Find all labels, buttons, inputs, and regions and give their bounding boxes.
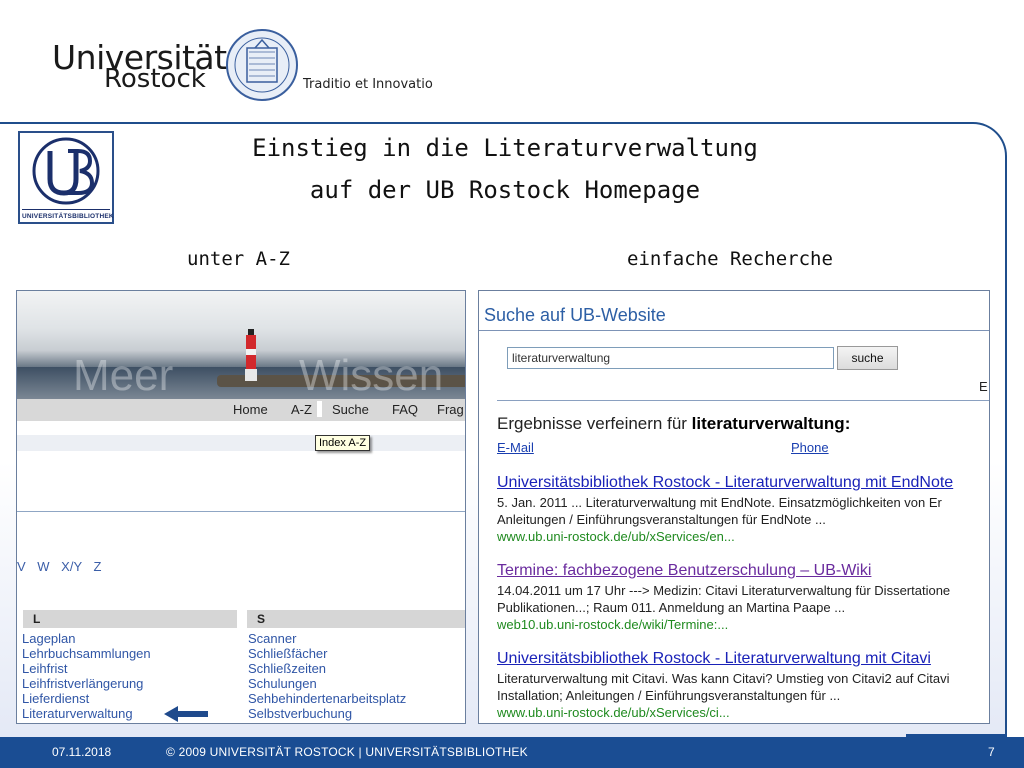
link-schliesszeiten[interactable]: Schließzeiten xyxy=(248,661,406,676)
banner-word-meer: Meer xyxy=(73,351,174,400)
column-header-s: S xyxy=(247,610,465,628)
result-snippet: Anleitungen / Einführungsveranstaltungen… xyxy=(497,512,826,527)
link-scanner[interactable]: Scanner xyxy=(248,631,406,646)
right-caption: einfache Recherche xyxy=(627,248,833,270)
nav-frag[interactable]: Frag xyxy=(437,402,464,417)
search-panel-title: Suche auf UB-Website xyxy=(484,305,666,325)
link-sehbehindertenarbeitsplatz[interactable]: Sehbehindertenarbeitsplatz xyxy=(248,691,406,706)
result-url[interactable]: web10.ub.uni-rostock.de/wiki/Termine:... xyxy=(497,617,728,632)
refine-heading: Ergebnisse verfeinern für literaturverwa… xyxy=(497,414,850,434)
ub-logo-divider xyxy=(22,209,110,210)
university-seal-icon xyxy=(226,29,298,101)
result-snippet: Installation; Anleitungen / Einführungsv… xyxy=(497,688,841,703)
clipped-text: E xyxy=(979,379,988,394)
result-title-wiki[interactable]: Termine: fachbezogene Benutzerschulung –… xyxy=(497,562,871,580)
nav-home[interactable]: Home xyxy=(233,402,268,417)
sub-nav-strip xyxy=(17,435,465,451)
search-screenshot: Suche auf UB-Website suche E Ergebnisse … xyxy=(478,290,990,724)
refine-term: literaturverwaltung: xyxy=(691,414,851,433)
az-index-screenshot: Meer Wissen Home A-Z Suche FAQ Frag Inde… xyxy=(16,290,466,724)
title-divider xyxy=(479,330,989,331)
banner-word-wissen: Wissen xyxy=(299,351,444,400)
column-header-l: L xyxy=(23,610,237,628)
slide-footer: 07.11.2018 © 2009 UNIVERSITÄT ROSTOCK | … xyxy=(0,737,1024,768)
link-lehrbuchsammlungen[interactable]: Lehrbuchsammlungen xyxy=(22,646,151,661)
refine-prefix: Ergebnisse verfeinern für xyxy=(497,414,692,433)
ub-logo: UNIVERSITÄTSBIBLIOTHEK xyxy=(18,131,114,224)
link-selbstverbuchung[interactable]: Selbstverbuchung xyxy=(248,706,406,721)
ub-logo-label: UNIVERSITÄTSBIBLIOTHEK xyxy=(22,213,114,220)
result-snippet: Literaturverwaltung mit Citavi. Was kann… xyxy=(497,671,950,686)
link-leihfrist[interactable]: Leihfrist xyxy=(22,661,151,676)
motto: Traditio et Innovatio xyxy=(303,77,433,92)
footer-date: 07.11.2018 xyxy=(52,745,112,759)
search-button[interactable]: suche xyxy=(837,346,898,370)
nav-separator xyxy=(317,401,322,417)
link-lageplan[interactable]: Lageplan xyxy=(22,631,151,646)
results-divider xyxy=(497,400,989,401)
refine-link-phone[interactable]: Phone xyxy=(791,440,829,455)
link-list-l: Lageplan Lehrbuchsammlungen Leihfrist Le… xyxy=(22,631,151,721)
result-url[interactable]: www.ub.uni-rostock.de/ub/xServices/en... xyxy=(497,529,735,544)
search-input[interactable] xyxy=(507,347,834,369)
lighthouse-icon xyxy=(245,329,257,381)
ub-monogram-icon xyxy=(32,137,100,205)
left-caption: unter A-Z xyxy=(187,248,290,270)
nav-suche[interactable]: Suche xyxy=(332,402,369,417)
nav-faq[interactable]: FAQ xyxy=(392,402,418,417)
link-lieferdienst[interactable]: Lieferdienst xyxy=(22,691,151,706)
footer-copyright: © 2009 UNIVERSITÄT ROSTOCK | UNIVERSITÄT… xyxy=(166,745,528,759)
page-number: 7 xyxy=(988,745,995,759)
slide-title: Einstieg in die Literaturverwaltung xyxy=(252,134,758,162)
link-leihfristverlaengerung[interactable]: Leihfristverlängerung xyxy=(22,676,151,691)
result-url[interactable]: www.ub.uni-rostock.de/ub/xServices/ci... xyxy=(497,705,730,720)
link-list-s: Scanner Schließfächer Schließzeiten Schu… xyxy=(248,631,406,721)
result-title-citavi[interactable]: Universitätsbibliothek Rostock - Literat… xyxy=(497,650,931,668)
pointer-arrow-icon xyxy=(164,706,208,722)
result-snippet: Publikationen...; Raum 011. Anmeldung an… xyxy=(497,600,846,615)
nav-a-z[interactable]: A-Z xyxy=(291,402,312,417)
slide-subtitle: auf der UB Rostock Homepage xyxy=(309,176,701,204)
result-snippet: 5. Jan. 2011 ... Literaturverwaltung mit… xyxy=(497,495,942,510)
link-schliessfaecher[interactable]: Schließfächer xyxy=(248,646,406,661)
refine-link-email[interactable]: E-Mail xyxy=(497,440,534,455)
section-divider xyxy=(17,511,465,512)
alphabet-links[interactable]: V W X/Y Z xyxy=(17,559,101,574)
index-tooltip: Index A-Z xyxy=(315,435,371,451)
link-literaturverwaltung[interactable]: Literaturverwaltung xyxy=(22,706,151,721)
university-city: Rostock xyxy=(104,64,206,94)
link-schulungen[interactable]: Schulungen xyxy=(248,676,406,691)
result-title-endnote[interactable]: Universitätsbibliothek Rostock - Literat… xyxy=(497,474,953,492)
result-snippet: 14.04.2011 um 17 Uhr ---> Medizin: Citav… xyxy=(497,583,951,598)
